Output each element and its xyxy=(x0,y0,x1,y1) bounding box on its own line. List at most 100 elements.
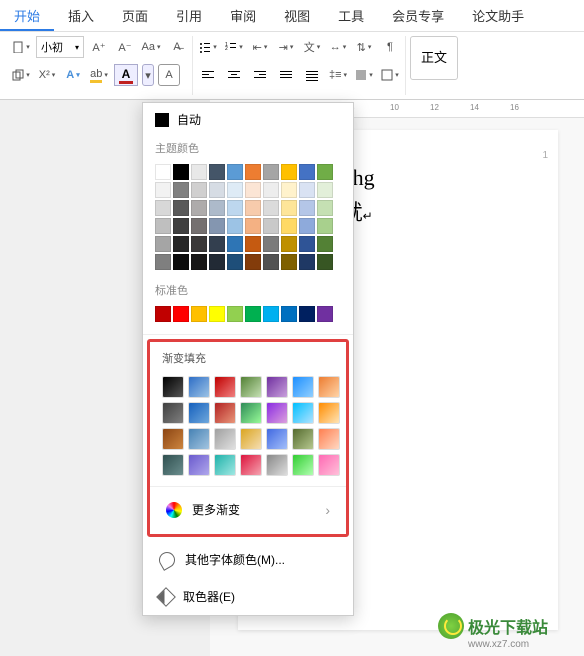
text-effect-button[interactable]: A xyxy=(62,64,84,86)
gradient-swatch[interactable] xyxy=(292,428,314,450)
color-swatch[interactable] xyxy=(227,200,243,216)
gradient-swatch[interactable] xyxy=(188,454,210,476)
font-size-select[interactable]: 小初 xyxy=(36,36,84,58)
color-swatch[interactable] xyxy=(227,236,243,252)
color-swatch[interactable] xyxy=(155,182,171,198)
font-increase-button[interactable]: A⁺ xyxy=(88,36,110,58)
color-swatch[interactable] xyxy=(245,200,261,216)
color-swatch[interactable] xyxy=(299,218,315,234)
color-swatch[interactable] xyxy=(281,254,297,270)
gradient-swatch[interactable] xyxy=(162,402,184,424)
color-swatch[interactable] xyxy=(209,254,225,270)
color-swatch[interactable] xyxy=(263,236,279,252)
color-swatch[interactable] xyxy=(155,218,171,234)
color-swatch[interactable] xyxy=(317,164,333,180)
text-direction-button[interactable]: 文 xyxy=(301,36,323,58)
color-swatch[interactable] xyxy=(281,306,297,322)
gradient-swatch[interactable] xyxy=(162,454,184,476)
color-swatch[interactable] xyxy=(317,254,333,270)
color-swatch[interactable] xyxy=(191,200,207,216)
color-swatch[interactable] xyxy=(227,306,243,322)
gradient-swatch[interactable] xyxy=(266,454,288,476)
color-swatch[interactable] xyxy=(263,254,279,270)
color-swatch[interactable] xyxy=(245,254,261,270)
color-swatch[interactable] xyxy=(227,164,243,180)
numbering-button[interactable]: 12 xyxy=(223,36,245,58)
color-swatch[interactable] xyxy=(173,164,189,180)
color-swatch[interactable] xyxy=(317,218,333,234)
gradient-swatch[interactable] xyxy=(292,376,314,398)
color-swatch[interactable] xyxy=(299,164,315,180)
gradient-swatch[interactable] xyxy=(266,428,288,450)
gradient-swatch[interactable] xyxy=(214,428,236,450)
color-swatch[interactable] xyxy=(299,254,315,270)
color-swatch[interactable] xyxy=(173,218,189,234)
gradient-swatch[interactable] xyxy=(318,402,340,424)
gradient-swatch[interactable] xyxy=(162,428,184,450)
color-swatch[interactable] xyxy=(191,182,207,198)
color-swatch[interactable] xyxy=(299,200,315,216)
color-swatch[interactable] xyxy=(209,306,225,322)
color-swatch[interactable] xyxy=(173,182,189,198)
color-swatch[interactable] xyxy=(155,200,171,216)
gradient-swatch[interactable] xyxy=(240,402,262,424)
gradient-swatch[interactable] xyxy=(214,376,236,398)
color-swatch[interactable] xyxy=(317,306,333,322)
color-swatch[interactable] xyxy=(227,218,243,234)
gradient-swatch[interactable] xyxy=(214,454,236,476)
tab-paper[interactable]: 论文助手 xyxy=(458,0,538,31)
align-justify-button[interactable] xyxy=(275,64,297,86)
color-swatch[interactable] xyxy=(155,306,171,322)
color-swatch[interactable] xyxy=(281,164,297,180)
gradient-swatch[interactable] xyxy=(188,402,210,424)
gradient-swatch[interactable] xyxy=(292,454,314,476)
color-swatch[interactable] xyxy=(191,218,207,234)
align-left-button[interactable] xyxy=(197,64,219,86)
color-swatch[interactable] xyxy=(245,218,261,234)
align-center-button[interactable] xyxy=(223,64,245,86)
color-swatch[interactable] xyxy=(173,200,189,216)
color-swatch[interactable] xyxy=(227,182,243,198)
gradient-swatch[interactable] xyxy=(214,402,236,424)
color-swatch[interactable] xyxy=(209,236,225,252)
sort-button[interactable]: ⇅ xyxy=(353,36,375,58)
tab-tools[interactable]: 工具 xyxy=(324,0,378,31)
indent-decrease-button[interactable]: ⇤ xyxy=(249,36,271,58)
eyedropper-item[interactable]: 取色器(E) xyxy=(143,578,353,615)
color-auto-item[interactable]: 自动 xyxy=(143,103,353,136)
gradient-swatch[interactable] xyxy=(188,376,210,398)
gradient-swatch[interactable] xyxy=(240,376,262,398)
tab-reference[interactable]: 引用 xyxy=(162,0,216,31)
font-color-arrow[interactable]: ▾ xyxy=(142,64,154,86)
gradient-swatch[interactable] xyxy=(318,428,340,450)
gradient-swatch[interactable] xyxy=(292,402,314,424)
color-swatch[interactable] xyxy=(263,200,279,216)
color-swatch[interactable] xyxy=(299,236,315,252)
align-dist-button[interactable]: ↔ xyxy=(327,36,349,58)
color-swatch[interactable] xyxy=(191,236,207,252)
superscript-button[interactable]: X² xyxy=(36,64,58,86)
color-swatch[interactable] xyxy=(317,236,333,252)
color-swatch[interactable] xyxy=(299,306,315,322)
tab-insert[interactable]: 插入 xyxy=(54,0,108,31)
borders-button[interactable] xyxy=(379,64,401,86)
color-swatch[interactable] xyxy=(245,164,261,180)
color-swatch[interactable] xyxy=(263,306,279,322)
line-spacing-button[interactable]: ‡≡ xyxy=(327,64,349,86)
color-swatch[interactable] xyxy=(263,218,279,234)
gradient-swatch[interactable] xyxy=(266,376,288,398)
show-marks-button[interactable]: ¶ xyxy=(379,36,401,58)
paste-button[interactable] xyxy=(10,36,32,58)
color-swatch[interactable] xyxy=(155,236,171,252)
color-swatch[interactable] xyxy=(281,236,297,252)
more-gradient-item[interactable]: 更多渐变 › xyxy=(150,491,346,528)
color-swatch[interactable] xyxy=(317,200,333,216)
indent-increase-button[interactable]: ⇥ xyxy=(275,36,297,58)
color-swatch[interactable] xyxy=(209,218,225,234)
color-swatch[interactable] xyxy=(317,182,333,198)
highlight-button[interactable]: ab xyxy=(88,64,110,86)
gradient-swatch[interactable] xyxy=(188,428,210,450)
align-distribute-button[interactable] xyxy=(301,64,323,86)
tab-start[interactable]: 开始 xyxy=(0,0,54,31)
color-swatch[interactable] xyxy=(173,236,189,252)
